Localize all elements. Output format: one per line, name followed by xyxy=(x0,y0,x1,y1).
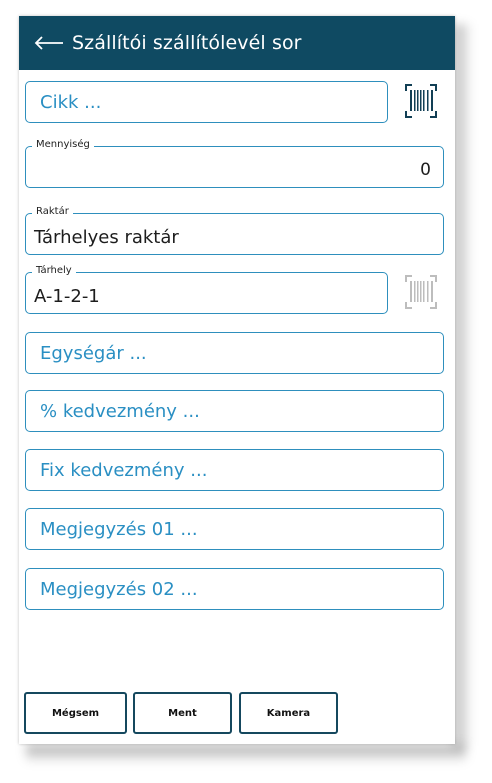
tarhely-value: A-1-2-1 xyxy=(34,286,100,307)
mennyiseg-value: 0 xyxy=(420,160,431,180)
barcode-scan-icon-disabled xyxy=(398,272,444,314)
fix-kedvezmeny-input[interactable]: Fix kedvezmény ... xyxy=(25,449,444,491)
egysegar-placeholder: Egységár ... xyxy=(40,343,147,364)
frame-shadow-right xyxy=(454,24,472,746)
app-screen: Szállítói szállítólevél sor Cikk ... Men… xyxy=(19,16,455,744)
cikk-placeholder: Cikk ... xyxy=(40,92,102,113)
mennyiseg-field[interactable]: Mennyiség 0 xyxy=(25,139,444,188)
raktar-label: Raktár xyxy=(32,206,73,217)
app-header: Szállítói szállítólevél sor xyxy=(19,16,455,70)
fix-kedvezmeny-placeholder: Fix kedvezmény ... xyxy=(40,460,208,481)
action-bar: Mégsem Ment Kamera xyxy=(19,692,455,736)
cancel-button[interactable]: Mégsem xyxy=(24,692,127,734)
frame-shadow-bottom xyxy=(26,745,466,763)
tarhely-field[interactable]: Tárhely A-1-2-1 xyxy=(25,265,388,314)
szazalek-kedvezmeny-placeholder: % kedvezmény ... xyxy=(40,401,200,422)
megjegyzes-02-placeholder: Megjegyzés 02 ... xyxy=(40,579,198,600)
megjegyzes-01-placeholder: Megjegyzés 01 ... xyxy=(40,519,198,540)
egysegar-input[interactable]: Egységár ... xyxy=(25,332,444,374)
cikk-input[interactable]: Cikk ... xyxy=(25,81,388,123)
raktar-field[interactable]: Raktár Tárhelyes raktár xyxy=(25,206,444,255)
save-button[interactable]: Ment xyxy=(133,692,232,734)
tarhely-label: Tárhely xyxy=(32,265,76,276)
megjegyzes-02-input[interactable]: Megjegyzés 02 ... xyxy=(25,568,444,610)
arrow-left-icon[interactable] xyxy=(34,36,64,50)
raktar-value: Tárhelyes raktár xyxy=(34,227,179,248)
szazalek-kedvezmeny-input[interactable]: % kedvezmény ... xyxy=(25,390,444,432)
camera-button[interactable]: Kamera xyxy=(239,692,338,734)
mennyiseg-label: Mennyiség xyxy=(32,139,94,150)
megjegyzes-01-input[interactable]: Megjegyzés 01 ... xyxy=(25,508,444,550)
barcode-scan-icon[interactable] xyxy=(398,81,444,123)
page-title: Szállítói szállítólevél sor xyxy=(72,32,302,54)
